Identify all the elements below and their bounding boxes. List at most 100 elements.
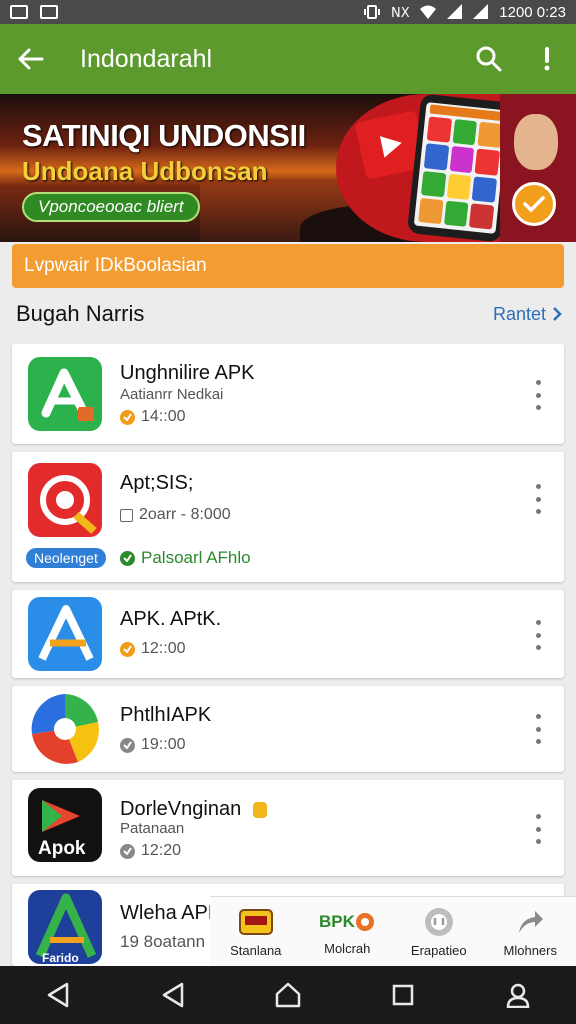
app-bar: Indondarahl <box>0 24 576 94</box>
brand-badge-icon: BPK <box>319 912 375 931</box>
svg-text:BPK: BPK <box>319 912 356 931</box>
clock-icon <box>120 843 135 859</box>
app-logo-icon <box>28 692 102 766</box>
see-more-label: Rantet <box>492 303 546 324</box>
signal-2-icon <box>473 4 489 19</box>
verified-label: Palsoarl AFhlo <box>120 548 251 568</box>
tab-erapatieo[interactable]: Erapatieo <box>393 897 485 968</box>
vibrate-icon <box>364 5 381 19</box>
person-icon <box>507 983 530 1008</box>
tab-stanlana[interactable]: Stanlana <box>210 897 302 968</box>
app-meta-text: 14::00 <box>141 408 186 425</box>
promo-banner[interactable]: SATINIQI UNDONSII Undoana Udbonsan Vponc… <box>0 94 576 242</box>
chevron-right-icon <box>553 307 562 321</box>
app-meta-text: 19::00 <box>141 736 186 753</box>
image-notification-icon <box>40 5 58 19</box>
app-list-item[interactable]: Apt;SIS; 2oarr - 8:000 Neolenget Palsoar… <box>12 452 564 582</box>
arrow-back-icon <box>18 48 44 70</box>
wifi-icon <box>420 5 437 19</box>
calendar-icon <box>120 508 133 522</box>
more-options-button[interactable] <box>528 620 548 650</box>
section-header: Bugah Narris Rantet <box>16 296 562 332</box>
coupon-icon <box>238 909 273 935</box>
share-icon <box>519 911 544 933</box>
clock-icon <box>120 409 135 425</box>
banner-pill: Vponcoeooac bliert <box>22 192 200 222</box>
app-name: Apt;SIS; <box>120 472 194 494</box>
app-list-item[interactable]: APK. APtK. 12::00 <box>12 590 564 678</box>
app-developer: Patanaan <box>120 820 185 837</box>
status-time: 1200 0:23 <box>499 3 566 21</box>
more-options-button[interactable] <box>528 714 548 744</box>
tab-label: Erapatieo <box>410 943 467 958</box>
app-meta-text: 12:20 <box>141 842 182 859</box>
app-meta-text: 12::00 <box>141 640 186 657</box>
search-button[interactable] <box>460 24 518 94</box>
nav-recents-button[interactable] <box>373 966 433 1024</box>
app-meta-text: 2oarr - 8:000 <box>139 506 231 523</box>
back-triangle-icon <box>162 982 184 1008</box>
app-list-item[interactable]: Apok DorleVnginan Patanaan 12:20 <box>12 780 564 876</box>
app-name-text: DorleVnginan <box>120 798 242 820</box>
check-badge-icon <box>512 182 556 226</box>
nav-back-alt-button[interactable] <box>143 966 203 1024</box>
section-title: Bugah Narris <box>16 301 145 326</box>
system-nav-bar <box>0 966 576 1024</box>
app-meta-text: 19 8oatann <box>120 932 206 951</box>
app-logo-icon <box>28 463 102 537</box>
bottom-tab-bar: Stanlana BPK Molcrah Erapatieo Mlohners <box>210 896 576 968</box>
back-triangle-icon <box>47 982 68 1008</box>
app-meta: 14::00 <box>120 408 185 426</box>
nav-profile-button[interactable] <box>488 966 548 1024</box>
app-developer: Aatianrr Nedkai <box>120 386 224 403</box>
signal-icon <box>447 4 463 19</box>
nav-home-button[interactable] <box>258 966 318 1024</box>
app-list-item[interactable]: Unghnilire APK Aatianrr Nedkai 14::00 <box>12 344 564 444</box>
check-icon <box>120 550 135 566</box>
more-options-button[interactable] <box>528 814 548 844</box>
app-name: DorleVnginan <box>120 798 267 821</box>
app-meta: 19::00 <box>120 736 185 754</box>
home-icon <box>275 982 301 1008</box>
see-more-link[interactable]: Rantet <box>493 304 562 325</box>
app-meta: 2oarr - 8:000 <box>120 506 231 524</box>
svg-text:NX: NX <box>391 6 409 20</box>
app-logo-icon <box>28 597 102 671</box>
tab-molcrah[interactable]: BPK Molcrah <box>302 897 394 968</box>
app-logo-text: Apok <box>38 838 86 859</box>
status-badge: Neolenget <box>26 548 106 568</box>
app-meta: 12:20 <box>120 842 181 860</box>
app-title: Indondarahl <box>80 44 213 73</box>
more-options-button[interactable] <box>528 380 548 410</box>
more-options-button[interactable] <box>528 484 548 514</box>
app-list-item[interactable]: PhtlhIAPK 19::00 <box>12 686 564 772</box>
status-bar: NX 1200 0:23 <box>0 0 576 24</box>
search-icon <box>476 46 502 72</box>
tab-mlohners[interactable]: Mlohners <box>485 897 576 968</box>
clock-icon <box>120 737 135 753</box>
nav-back-button[interactable] <box>28 966 88 1024</box>
exclamation-icon <box>544 47 550 71</box>
app-name: PhtlhIAPK <box>120 704 212 726</box>
verified-text: Palsoarl AFhlo <box>141 548 251 567</box>
tab-label: Molcrah <box>324 941 371 956</box>
app-meta: 12::00 <box>120 640 185 658</box>
circle-logo-icon <box>424 908 453 936</box>
banner-subtitle: Undoana Udbonsan <box>22 156 268 186</box>
square-icon <box>392 984 414 1006</box>
app-name: APK. APtK. <box>120 608 222 630</box>
tab-label: Mlohners <box>503 943 557 958</box>
clock-icon <box>120 641 135 657</box>
gmail-notification-icon <box>10 5 28 19</box>
info-button[interactable] <box>518 24 576 94</box>
promo-strip[interactable]: Lvpwair IDkBoolasian <box>12 244 564 288</box>
app-name: Wleha APK <box>120 902 222 924</box>
nfc-icon: NX <box>391 6 409 20</box>
app-logo-icon: Farido <box>28 890 102 964</box>
phone-illustration <box>406 94 516 242</box>
app-logo-icon: Apok <box>28 788 102 862</box>
verified-shield-icon <box>252 801 267 818</box>
back-button[interactable] <box>0 24 62 94</box>
app-logo-icon <box>28 357 102 431</box>
banner-title: SATINIQI UNDONSII <box>22 118 306 153</box>
